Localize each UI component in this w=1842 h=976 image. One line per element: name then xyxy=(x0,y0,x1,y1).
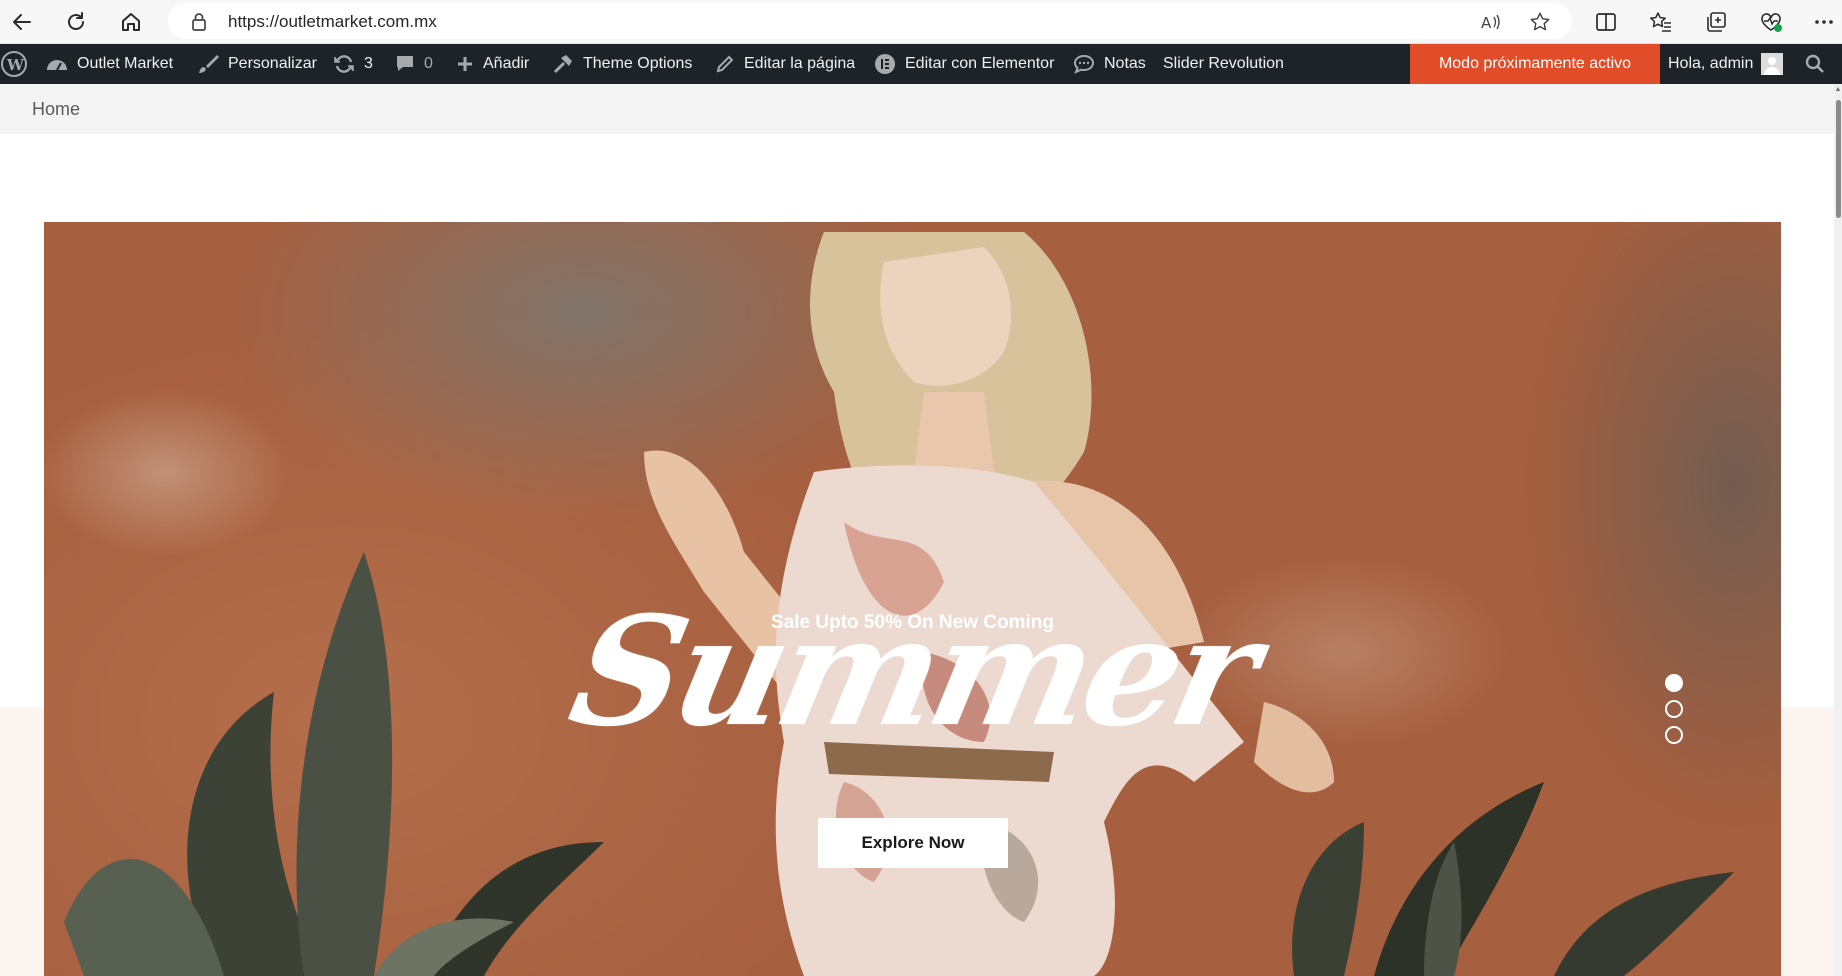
wordpress-logo-icon[interactable]: W xyxy=(0,44,28,84)
slide-dot-3[interactable] xyxy=(1665,726,1683,744)
coming-soon-status[interactable]: Modo próximamente activo xyxy=(1410,44,1660,84)
site-name-label: Outlet Market xyxy=(77,55,174,72)
split-screen-icon[interactable] xyxy=(1592,8,1620,36)
url-text[interactable]: https://outletmarket.com.mx xyxy=(228,12,437,32)
browser-essentials-icon[interactable] xyxy=(1757,8,1785,36)
svg-text:A: A xyxy=(1481,14,1492,32)
slide-dot-1[interactable] xyxy=(1665,674,1683,692)
adminbar-slider-revolution[interactable]: Slider Revolution xyxy=(1163,44,1284,84)
wp-admin-bar: W Outlet Market Personalizar 3 0 Añadir xyxy=(0,44,1842,84)
hero-slider: Summer Sale Upto 50% On New Coming Explo… xyxy=(44,222,1781,976)
elementor-icon xyxy=(874,53,896,75)
adminbar-notes[interactable]: Notas xyxy=(1073,44,1146,84)
home-icon[interactable] xyxy=(115,6,147,38)
more-icon[interactable] xyxy=(1810,8,1838,36)
dashboard-icon xyxy=(46,54,68,74)
explore-now-button[interactable]: Explore Now xyxy=(818,818,1008,868)
comments-count: 0 xyxy=(424,55,433,72)
lock-icon[interactable] xyxy=(190,12,208,37)
back-icon[interactable] xyxy=(6,6,38,38)
scrollbar-thumb[interactable] xyxy=(1836,100,1841,218)
comment-icon xyxy=(395,54,415,74)
customize-label: Personalizar xyxy=(228,55,317,72)
adminbar-theme-options[interactable]: Theme Options xyxy=(552,44,692,84)
adminbar-add-new[interactable]: Añadir xyxy=(456,44,529,84)
browser-toolbar: https://outletmarket.com.mx A xyxy=(0,0,1842,44)
scroll-up-arrow-icon[interactable]: ▲ xyxy=(1834,86,1842,94)
updates-icon xyxy=(333,54,355,74)
notes-bubble-icon xyxy=(1073,54,1095,74)
favorite-star-icon[interactable] xyxy=(1529,11,1551,33)
address-bar[interactable]: https://outletmarket.com.mx A xyxy=(168,3,1572,39)
hero-subtitle: Sale Upto 50% On New Coming xyxy=(771,612,1054,633)
adminbar-updates[interactable]: 3 xyxy=(333,44,373,84)
theme-options-label: Theme Options xyxy=(583,55,693,72)
collections-icon[interactable] xyxy=(1702,8,1730,36)
slider-revolution-label: Slider Revolution xyxy=(1163,55,1284,72)
adminbar-site-name[interactable]: Outlet Market xyxy=(46,44,173,84)
adminbar-comments[interactable]: 0 xyxy=(395,44,433,84)
greeting-label: Hola, admin xyxy=(1668,55,1754,72)
avatar xyxy=(1761,53,1784,75)
favorites-icon[interactable] xyxy=(1647,8,1675,36)
breadcrumb-home-link[interactable]: Home xyxy=(32,99,80,120)
notes-label: Notas xyxy=(1104,55,1146,72)
edit-elementor-label: Editar con Elementor xyxy=(905,55,1055,72)
updates-count: 3 xyxy=(364,55,373,72)
svg-text:W: W xyxy=(6,56,25,74)
adminbar-edit-page[interactable]: Editar la página xyxy=(715,44,855,84)
add-new-label: Añadir xyxy=(483,55,530,72)
adminbar-account[interactable]: Hola, admin xyxy=(1668,44,1784,84)
refresh-icon[interactable] xyxy=(60,6,92,38)
slide-dot-2[interactable] xyxy=(1665,700,1683,718)
brush-icon xyxy=(197,53,219,75)
coming-soon-label: Modo próximamente activo xyxy=(1438,55,1632,72)
breadcrumb: Home xyxy=(0,84,1834,134)
read-aloud-icon[interactable]: A xyxy=(1480,11,1502,33)
pencil-icon xyxy=(715,54,735,74)
adminbar-edit-elementor[interactable]: Editar con Elementor xyxy=(874,44,1054,84)
hammer-icon xyxy=(552,53,574,75)
adminbar-customize[interactable]: Personalizar xyxy=(197,44,317,84)
edit-page-label: Editar la página xyxy=(744,55,856,72)
adminbar-search-icon[interactable] xyxy=(1800,44,1830,84)
plus-icon xyxy=(456,55,474,73)
